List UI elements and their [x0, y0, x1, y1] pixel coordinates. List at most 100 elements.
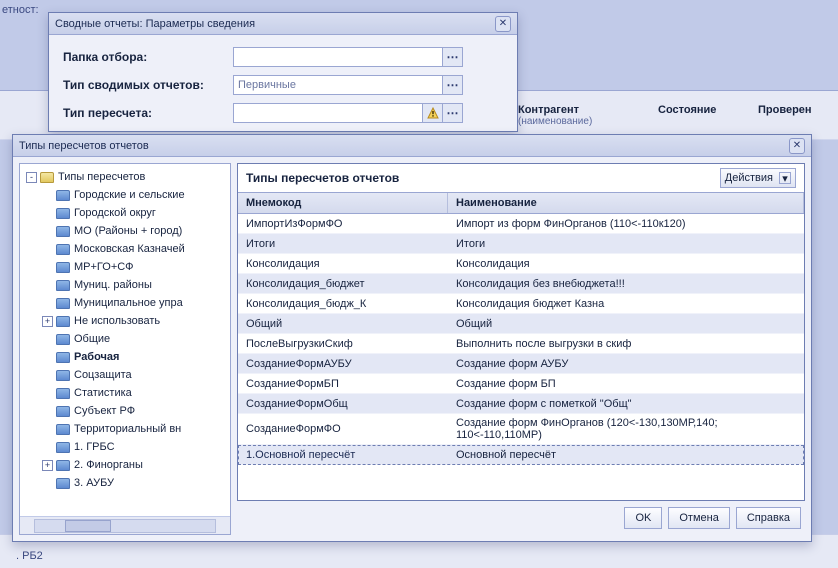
- table-row[interactable]: ПослеВыгрузкиСкифВыполнить после выгрузк…: [238, 334, 804, 354]
- tree-item[interactable]: + Не использовать: [20, 312, 230, 330]
- dialog-types: Типы пересчетов отчетов ✕ - Типы пересчет…: [12, 134, 812, 542]
- expand-icon[interactable]: +: [42, 316, 53, 327]
- ok-button[interactable]: OK: [624, 507, 662, 529]
- database-icon: [56, 388, 70, 399]
- cell-name: Импорт из форм ФинОрганов (110<-110к120): [448, 215, 804, 233]
- cell-name: Итоги: [448, 235, 804, 253]
- database-icon: [56, 262, 70, 273]
- table-row[interactable]: 1.Основной пересчётОсновной пересчёт: [238, 445, 804, 465]
- tree-item[interactable]: Статистика: [20, 384, 230, 402]
- input-papka[interactable]: [233, 47, 443, 67]
- database-icon: [56, 208, 70, 219]
- tree-item[interactable]: 3. АУБУ: [20, 474, 230, 492]
- grid-title: Типы пересчетов отчетов: [246, 171, 399, 185]
- tree-item[interactable]: Соцзащита: [20, 366, 230, 384]
- table-row[interactable]: КонсолидацияКонсолидация: [238, 254, 804, 274]
- chevron-down-icon: ▾: [779, 172, 791, 184]
- table-row[interactable]: ИтогиИтоги: [238, 234, 804, 254]
- tree-item-label: Типы пересчетов: [58, 171, 145, 183]
- database-icon: [56, 406, 70, 417]
- tree-item[interactable]: МО (Районы + город): [20, 222, 230, 240]
- tree-item-label: Городской округ: [74, 207, 156, 219]
- cell-mnemo: СозданиеФормБП: [238, 375, 448, 393]
- cell-name: Общий: [448, 315, 804, 333]
- help-button[interactable]: Справка: [736, 507, 801, 529]
- bg-columns: Контрагент (наименование) Состояние Пров…: [510, 100, 838, 128]
- close-icon[interactable]: ✕: [789, 138, 805, 154]
- cell-name: Создание форм с пометкой "Общ": [448, 395, 804, 413]
- dialog-params: Сводные отчеты: Параметры сведения ✕ Пап…: [48, 12, 518, 132]
- expand-icon[interactable]: +: [42, 460, 53, 471]
- tree-item-label: 1. ГРБС: [74, 441, 115, 453]
- dialog-types-title: Типы пересчетов отчетов: [19, 140, 149, 152]
- table-row[interactable]: ИмпортИзФормФОИмпорт из форм ФинОрганов …: [238, 214, 804, 234]
- table-row[interactable]: СозданиеФормБПСоздание форм БП: [238, 374, 804, 394]
- col-kontragent-sub: (наименование): [518, 116, 642, 127]
- tree-item[interactable]: Рабочая: [20, 348, 230, 366]
- database-icon: [56, 334, 70, 345]
- tree-item[interactable]: МР+ГО+СФ: [20, 258, 230, 276]
- tree-item-label: Городские и сельские: [74, 189, 185, 201]
- database-icon: [56, 352, 70, 363]
- cell-mnemo: Консолидация_бюдж_К: [238, 295, 448, 313]
- input-tip-pere[interactable]: [233, 103, 423, 123]
- tree-item[interactable]: - Типы пересчетов: [20, 168, 230, 186]
- bg-footer-tag: . РБ2: [16, 550, 43, 562]
- actions-button[interactable]: Действия ▾: [720, 168, 796, 188]
- database-icon: [56, 478, 70, 489]
- tree-item[interactable]: Общие: [20, 330, 230, 348]
- tree-item-label: МО (Районы + город): [74, 225, 182, 237]
- tree-item-label: Статистика: [74, 387, 132, 399]
- label-tip-pere: Тип пересчета:: [63, 106, 233, 120]
- database-icon: [56, 280, 70, 291]
- database-icon: [56, 442, 70, 453]
- table-row[interactable]: Консолидация_бюджетКонсолидация без внеб…: [238, 274, 804, 294]
- collapse-icon[interactable]: -: [26, 172, 37, 183]
- cell-mnemo: Консолидация: [238, 255, 448, 273]
- tree-item[interactable]: Городской округ: [20, 204, 230, 222]
- warning-icon: [423, 103, 443, 123]
- tree-item-label: Муниципальное упра: [74, 297, 183, 309]
- cell-name: Консолидация без внебюджета!!!: [448, 275, 804, 293]
- close-icon[interactable]: ✕: [495, 16, 511, 32]
- cell-mnemo: СозданиеФормФО: [238, 420, 448, 438]
- table-row[interactable]: СозданиеФормОбщСоздание форм с пометкой …: [238, 394, 804, 414]
- tree-item-label: Муниц. районы: [74, 279, 152, 291]
- tree-item[interactable]: Муниципальное упра: [20, 294, 230, 312]
- database-icon: [56, 298, 70, 309]
- tree-item-label: Общие: [74, 333, 110, 345]
- database-icon: [56, 226, 70, 237]
- col-header-mnemo[interactable]: Мнемокод: [238, 193, 448, 213]
- tree-item-label: Не использовать: [74, 315, 160, 327]
- ellipsis-button-tip-pere[interactable]: ⋯: [443, 103, 463, 123]
- database-icon: [56, 190, 70, 201]
- cell-name: Консолидация бюджет Казна: [448, 295, 804, 313]
- tree-item[interactable]: +2. Финорганы: [20, 456, 230, 474]
- tree-horizontal-scrollbar[interactable]: [20, 516, 230, 534]
- input-tip-svod[interactable]: [233, 75, 443, 95]
- cell-mnemo: Итоги: [238, 235, 448, 253]
- bg-text-truncated: етност:: [2, 4, 39, 16]
- col-sostoyanie: Состояние: [658, 104, 716, 116]
- actions-label: Действия: [725, 172, 773, 184]
- tree-pane[interactable]: - Типы пересчетов Городские и сельские Горо…: [19, 163, 231, 535]
- table-row[interactable]: Консолидация_бюдж_ККонсолидация бюджет К…: [238, 294, 804, 314]
- col-header-name[interactable]: Наименование: [448, 193, 804, 213]
- tree-item-label: МР+ГО+СФ: [74, 261, 134, 273]
- tree-item[interactable]: Московская Казначей: [20, 240, 230, 258]
- cell-name: Основной пересчёт: [448, 446, 804, 464]
- cell-mnemo: СозданиеФормОбщ: [238, 395, 448, 413]
- tree-item[interactable]: Городские и сельские: [20, 186, 230, 204]
- table-row[interactable]: ОбщийОбщий: [238, 314, 804, 334]
- tree-item[interactable]: 1. ГРБС: [20, 438, 230, 456]
- tree-item[interactable]: Территориальный вн: [20, 420, 230, 438]
- tree-item[interactable]: Муниц. районы: [20, 276, 230, 294]
- table-row[interactable]: СозданиеФормФОСоздание форм ФинОрганов (…: [238, 414, 804, 445]
- tree-item[interactable]: Субъект РФ: [20, 402, 230, 420]
- cell-mnemo: ПослеВыгрузкиСкиф: [238, 335, 448, 353]
- col-proveren: Проверен: [758, 104, 812, 116]
- cancel-button[interactable]: Отмена: [668, 507, 729, 529]
- ellipsis-button-tip-svod[interactable]: ⋯: [443, 75, 463, 95]
- ellipsis-button-papka[interactable]: ⋯: [443, 47, 463, 67]
- table-row[interactable]: СозданиеФормАУБУСоздание форм АУБУ: [238, 354, 804, 374]
